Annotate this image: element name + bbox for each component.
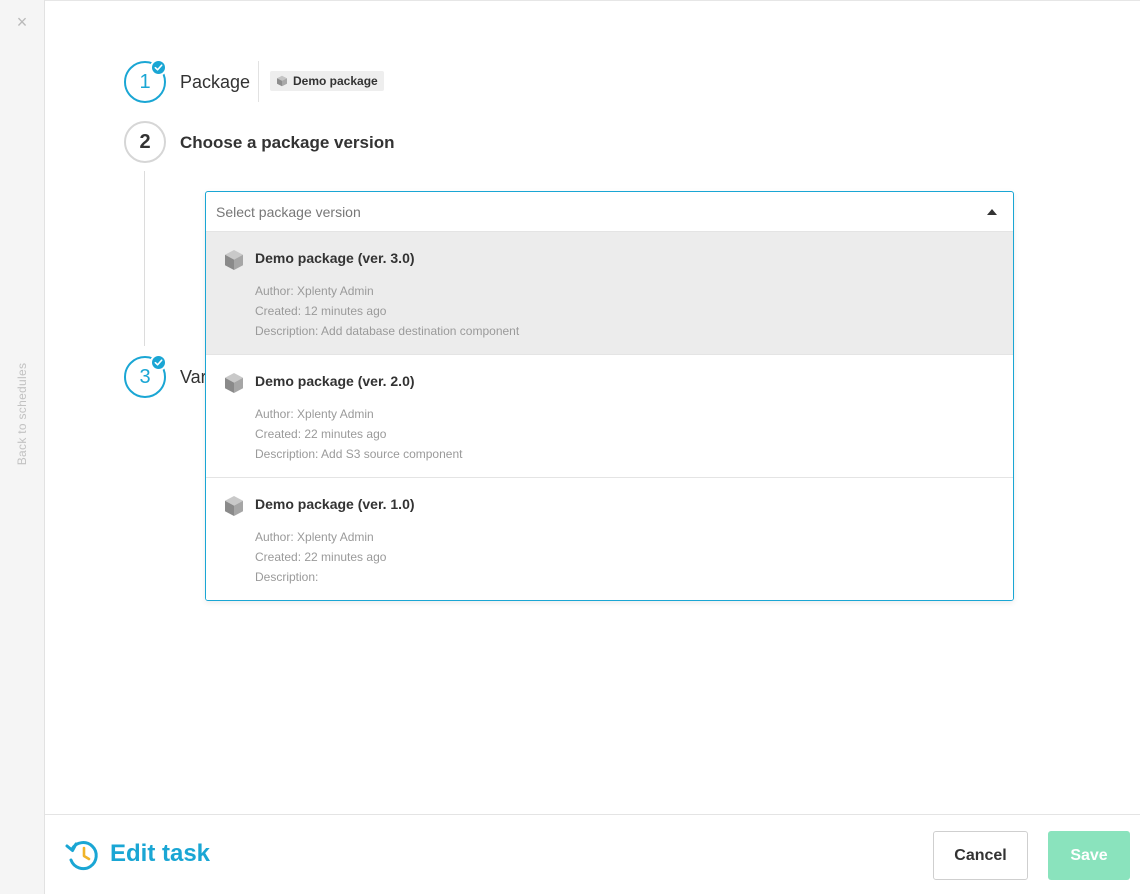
check-icon (150, 354, 167, 371)
caret-up-icon[interactable] (987, 209, 997, 215)
option-title: Demo package (ver. 3.0) (255, 250, 415, 266)
step-2-label: Choose a package version (180, 133, 395, 152)
footer-bar: Edit task Cancel Save (45, 814, 1140, 894)
package-cube-icon (225, 250, 243, 270)
version-option-2-0[interactable]: Demo package (ver. 2.0) Author: Xplenty … (206, 355, 1013, 478)
save-button[interactable]: Save (1048, 831, 1130, 880)
version-option-1-0[interactable]: Demo package (ver. 1.0) Author: Xplenty … (206, 478, 1013, 600)
cancel-button[interactable]: Cancel (933, 831, 1028, 880)
option-created: Created: 22 minutes ago (255, 427, 387, 441)
package-cube-icon (277, 75, 287, 87)
option-created: Created: 12 minutes ago (255, 304, 387, 318)
close-icon[interactable]: × (12, 12, 32, 32)
page-title: Edit task (110, 840, 211, 867)
option-author: Author: Xplenty Admin (255, 407, 374, 421)
step-1-number: 1 (139, 71, 151, 93)
selected-package-chip: Demo package (270, 71, 384, 91)
option-title: Demo package (ver. 2.0) (255, 373, 415, 389)
version-search-input[interactable] (216, 202, 956, 222)
package-cube-icon (225, 496, 243, 516)
option-author: Author: Xplenty Admin (255, 530, 374, 544)
step-2-circle: 2 (124, 121, 166, 163)
option-description: Description: (255, 570, 319, 584)
step-1-separator (258, 61, 259, 102)
check-icon (150, 59, 167, 76)
option-title: Demo package (ver. 1.0) (255, 496, 415, 512)
left-rail: × Back to schedules (0, 0, 45, 894)
clock-history-icon (65, 841, 98, 871)
option-description: Description: Add database destination co… (255, 324, 520, 338)
option-author: Author: Xplenty Admin (255, 284, 374, 298)
step-1-label: Package (180, 72, 251, 92)
package-cube-icon (225, 373, 243, 393)
version-select-control[interactable] (206, 192, 1013, 232)
back-to-schedules-link[interactable]: Back to schedules (15, 363, 29, 466)
version-option-3-0[interactable]: Demo package (ver. 3.0) Author: Xplenty … (206, 232, 1013, 355)
option-description: Description: Add S3 source component (255, 447, 463, 461)
step-connector (144, 171, 145, 346)
package-version-dropdown[interactable]: Demo package (ver. 3.0) Author: Xplenty … (205, 191, 1014, 601)
selected-package-name: Demo package (293, 74, 378, 88)
step-2-number: 2 (139, 131, 151, 153)
option-created: Created: 22 minutes ago (255, 550, 387, 564)
step-3-label: Var (180, 367, 207, 387)
top-divider (45, 0, 1140, 1)
step-3-number: 3 (139, 366, 151, 388)
